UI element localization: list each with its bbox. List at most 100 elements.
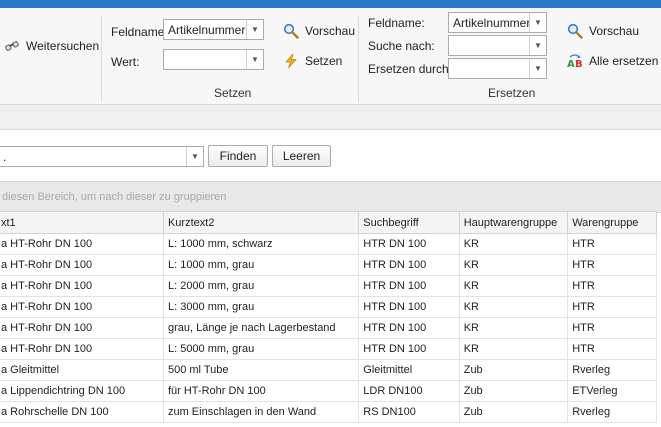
chevron-down-icon[interactable]: ▼ bbox=[186, 147, 203, 166]
table-cell[interactable]: für HT-Rohr DN 100 bbox=[162, 380, 360, 402]
alle-ersetzen-button[interactable]: AB Alle ersetzen bbox=[567, 53, 659, 70]
table-cell[interactable]: a HT-Rohr DN 100 bbox=[0, 233, 164, 255]
ersetzen-vorschau-label: Vorschau bbox=[589, 24, 640, 38]
table-cell[interactable]: a Rohrschelle DN 100 bbox=[0, 401, 164, 423]
table-cell[interactable]: HTR DN 100 bbox=[358, 296, 460, 318]
svg-text:A: A bbox=[567, 59, 575, 69]
table-cell[interactable]: KR bbox=[458, 296, 569, 318]
svg-text:B: B bbox=[575, 59, 583, 69]
table-cell[interactable]: HTR bbox=[567, 296, 657, 318]
table-cell[interactable]: RS DN100 bbox=[358, 401, 460, 423]
alle-ersetzen-label: Alle ersetzen bbox=[589, 54, 659, 68]
ribbon: Weitersuchen Feldname: Artikelnummer ▼ W… bbox=[0, 8, 661, 105]
setzen-feldname-combo[interactable]: Artikelnummer ▼ bbox=[163, 19, 264, 40]
table-cell[interactable]: a Gleitmittel bbox=[0, 359, 164, 381]
table-cell[interactable]: KR bbox=[458, 275, 569, 297]
column-header-kurztext2[interactable]: Kurztext2 bbox=[162, 211, 360, 234]
column-header-kurztext1[interactable]: xt1 bbox=[0, 211, 164, 234]
table-cell[interactable]: a HT-Rohr DN 100 bbox=[0, 317, 164, 339]
chevron-down-icon[interactable]: ▼ bbox=[529, 36, 546, 55]
table-cell[interactable]: a HT-Rohr DN 100 bbox=[0, 296, 164, 318]
table-row[interactable]: a Gleitmittel 500 ml Tube Gleitmittel Zu… bbox=[0, 359, 657, 381]
table-cell[interactable]: HTR DN 100 bbox=[358, 317, 460, 339]
column-header-warengruppe[interactable]: Warengruppe bbox=[567, 211, 657, 234]
table-cell[interactable]: L: 1000 mm, grau bbox=[162, 254, 360, 276]
magnifier-icon bbox=[567, 23, 583, 39]
table-cell[interactable]: L: 3000 mm, grau bbox=[162, 296, 360, 318]
table-row[interactable]: a Lippendichtring DN 100 für HT-Rohr DN … bbox=[0, 380, 657, 402]
ersetzen-feldname-combo[interactable]: Artikelnummer ▼ bbox=[448, 12, 547, 33]
table-cell[interactable]: Rverleg bbox=[567, 359, 657, 381]
table-cell[interactable]: grau, Länge je nach Lagerbestand bbox=[162, 317, 360, 339]
table-row[interactable]: a HT-Rohr DN 100 L: 5000 mm, grau HTR DN… bbox=[0, 338, 657, 360]
weitersuchen-label: Weitersuchen bbox=[26, 39, 100, 53]
setzen-button[interactable]: Setzen bbox=[283, 53, 342, 69]
table-cell[interactable]: a HT-Rohr DN 100 bbox=[0, 275, 164, 297]
table-cell[interactable]: LDR DN100 bbox=[358, 380, 460, 402]
setzen-feldname-value: Artikelnummer bbox=[168, 23, 246, 37]
suche-nach-label: Suche nach: bbox=[368, 39, 435, 53]
column-header-hauptwarengruppe[interactable]: Hauptwarengruppe bbox=[458, 211, 569, 234]
column-header-suchbegriff[interactable]: Suchbegriff bbox=[358, 211, 460, 234]
table-cell[interactable]: HTR DN 100 bbox=[358, 233, 460, 255]
suche-nach-combo[interactable]: ▼ bbox=[448, 35, 547, 56]
ersetzen-durch-combo[interactable]: ▼ bbox=[448, 58, 547, 79]
weitersuchen-button[interactable]: Weitersuchen bbox=[4, 38, 99, 54]
table-row[interactable]: a HT-Rohr DN 100 L: 2000 mm, grau HTR DN… bbox=[0, 275, 657, 297]
chevron-down-icon[interactable]: ▼ bbox=[246, 50, 263, 69]
table-cell[interactable]: KR bbox=[458, 338, 569, 360]
finden-button[interactable]: Finden bbox=[208, 145, 268, 167]
chevron-down-icon[interactable]: ▼ bbox=[529, 59, 546, 78]
ribbon-separator bbox=[101, 16, 102, 102]
table-cell[interactable]: 500 ml Tube bbox=[162, 359, 360, 381]
table-cell[interactable]: HTR bbox=[567, 338, 657, 360]
setzen-feldname-label: Feldname: bbox=[111, 25, 168, 39]
table-cell[interactable]: KR bbox=[458, 233, 569, 255]
search-value: . bbox=[3, 150, 7, 164]
table-cell[interactable]: L: 1000 mm, schwarz bbox=[162, 233, 360, 255]
table-cell[interactable]: L: 2000 mm, grau bbox=[162, 275, 360, 297]
table-cell[interactable]: Zub bbox=[458, 380, 569, 402]
table-cell[interactable]: ETVerleg bbox=[567, 380, 657, 402]
chevron-down-icon[interactable]: ▼ bbox=[529, 13, 546, 32]
table-cell[interactable]: HTR DN 100 bbox=[358, 275, 460, 297]
table-cell[interactable]: L: 5000 mm, grau bbox=[162, 338, 360, 360]
table-cell[interactable]: a Lippendichtring DN 100 bbox=[0, 380, 164, 402]
table-row[interactable]: a HT-Rohr DN 100 L: 1000 mm, schwarz HTR… bbox=[0, 233, 657, 255]
table-cell[interactable]: HTR bbox=[567, 317, 657, 339]
magnifier-icon bbox=[283, 23, 299, 39]
table-cell[interactable]: HTR bbox=[567, 254, 657, 276]
setzen-wert-combo[interactable]: ▼ bbox=[163, 49, 264, 70]
table-cell[interactable]: Zub bbox=[458, 401, 569, 423]
table-row[interactable]: a HT-Rohr DN 100 L: 1000 mm, grau HTR DN… bbox=[0, 254, 657, 276]
replace-ab-icon: AB bbox=[567, 53, 583, 70]
table-row[interactable]: a HT-Rohr DN 100 grau, Länge je nach Lag… bbox=[0, 317, 657, 339]
data-grid: xt1 Kurztext2 Suchbegriff Hauptwarengrup… bbox=[0, 211, 657, 423]
table-row[interactable]: a Rohrschelle DN 100 zum Einschlagen in … bbox=[0, 401, 657, 423]
table-cell[interactable]: zum Einschlagen in den Wand bbox=[162, 401, 360, 423]
table-cell[interactable]: HTR bbox=[567, 275, 657, 297]
table-cell[interactable]: KR bbox=[458, 317, 569, 339]
grid-header-row: xt1 Kurztext2 Suchbegriff Hauptwarengrup… bbox=[0, 211, 657, 234]
table-cell[interactable]: a HT-Rohr DN 100 bbox=[0, 338, 164, 360]
ersetzen-feldname-value: Artikelnummer bbox=[453, 16, 531, 30]
table-cell[interactable]: HTR bbox=[567, 233, 657, 255]
setzen-wert-label: Wert: bbox=[111, 55, 140, 69]
setzen-group-label: Setzen bbox=[214, 86, 252, 100]
ersetzen-vorschau-button[interactable]: Vorschau bbox=[567, 23, 639, 39]
table-cell[interactable]: HTR DN 100 bbox=[358, 254, 460, 276]
chevron-down-icon[interactable]: ▼ bbox=[246, 20, 263, 39]
table-cell[interactable]: Zub bbox=[458, 359, 569, 381]
search-combo[interactable]: . ▼ bbox=[0, 146, 204, 167]
group-panel[interactable]: diesen Bereich, um nach dieser zu gruppi… bbox=[0, 181, 661, 213]
table-cell[interactable]: a HT-Rohr DN 100 bbox=[0, 254, 164, 276]
table-row[interactable]: a HT-Rohr DN 100 L: 3000 mm, grau HTR DN… bbox=[0, 296, 657, 318]
table-cell[interactable]: KR bbox=[458, 254, 569, 276]
table-cell[interactable]: Rverleg bbox=[567, 401, 657, 423]
table-cell[interactable]: HTR DN 100 bbox=[358, 338, 460, 360]
ersetzen-group-label: Ersetzen bbox=[488, 86, 536, 100]
setzen-vorschau-button[interactable]: Vorschau bbox=[283, 23, 355, 39]
table-cell[interactable]: Gleitmittel bbox=[358, 359, 460, 381]
ersetzen-feldname-label: Feldname: bbox=[368, 16, 425, 30]
leeren-button[interactable]: Leeren bbox=[272, 145, 331, 167]
